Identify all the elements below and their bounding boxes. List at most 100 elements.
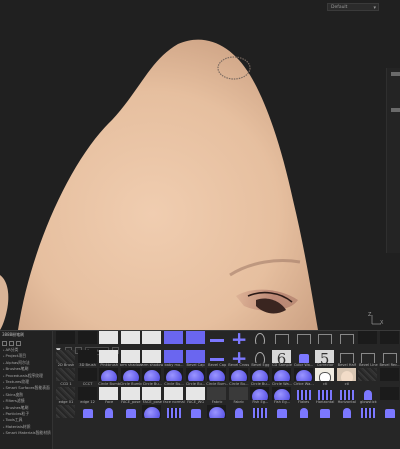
asset-tile[interactable] [77, 405, 99, 423]
asset-thumbnail [77, 368, 97, 381]
asset-tile[interactable]: Pinkbrush [98, 349, 120, 368]
panel-title: 3888粉笔刷 [2, 332, 25, 337]
asset-tile[interactable]: arm shadow [120, 349, 142, 368]
asset-tile[interactable]: Circle Bumb [98, 368, 120, 386]
asset-tile[interactable] [271, 405, 293, 423]
asset-tile[interactable] [314, 405, 336, 423]
asset-tile[interactable] [141, 405, 163, 423]
asset-tile[interactable]: ctl [336, 368, 358, 386]
asset-tile[interactable] [55, 331, 77, 349]
list-view-icon[interactable] [2, 340, 7, 346]
asset-tile[interactable] [357, 331, 379, 349]
asset-tile[interactable] [379, 368, 400, 386]
asset-tile[interactable] [379, 386, 400, 405]
asset-tile[interactable]: Bevel Cap [185, 349, 207, 368]
asset-tile[interactable] [77, 331, 99, 349]
asset-tile[interactable]: Bevel Rec... [379, 350, 400, 368]
asset-tile[interactable]: face normal [163, 386, 185, 405]
asset-tile[interactable]: Flakes [293, 387, 315, 405]
asset-tile[interactable] [120, 331, 142, 349]
asset-tile[interactable]: Bevel Egg [249, 350, 271, 368]
asset-thumbnail [293, 368, 313, 381]
asset-tile[interactable] [357, 405, 379, 423]
asset-thumbnail [358, 405, 377, 418]
right-side-toolbar[interactable] [384, 68, 400, 253]
asset-tile[interactable] [55, 405, 77, 423]
asset-tile[interactable] [98, 405, 120, 423]
asset-tile[interactable] [185, 405, 207, 423]
asset-tile[interactable] [228, 405, 250, 423]
asset-tile[interactable]: CCD 1 [55, 368, 77, 386]
asset-tile[interactable] [314, 331, 336, 349]
asset-tile[interactable]: arm shadow [141, 349, 163, 368]
grid-view-icon[interactable] [9, 340, 14, 346]
asset-tile[interactable] [379, 405, 400, 423]
asset-tile[interactable] [206, 405, 228, 423]
asset-tile[interactable]: edge 01 [55, 386, 77, 405]
asset-tile[interactable]: Circle Bu... [185, 368, 207, 386]
asset-tile[interactable]: Circle Wa... [271, 368, 293, 386]
asset-tile[interactable] [185, 331, 207, 349]
asset-tile[interactable] [357, 368, 379, 386]
toolbar-handle[interactable] [391, 72, 400, 76]
asset-grid-area: ▼ Search... 2D Brush3D BrushPinkbrusharm… [53, 331, 400, 449]
asset-tile[interactable]: Cirlce Wa... [293, 368, 315, 386]
asset-tile[interactable] [249, 405, 271, 423]
asset-tile[interactable]: Circle Bu... [163, 368, 185, 386]
asset-tile[interactable]: 3D Brush [77, 349, 99, 368]
asset-tile[interactable] [163, 331, 185, 349]
asset-tile[interactable] [293, 405, 315, 423]
asset-tile[interactable]: 5 Corrector [314, 349, 336, 368]
asset-tile[interactable]: 6 CD Sample [271, 349, 293, 368]
asset-tile[interactable]: CCCT [77, 368, 99, 386]
asset-tile[interactable]: Color Wa... [293, 350, 315, 368]
asset-tile[interactable] [379, 331, 400, 349]
3d-viewport[interactable]: Default ▾ Z X [0, 0, 400, 330]
asset-tile[interactable] [206, 331, 228, 349]
view-mode-dropdown[interactable]: Default ▾ [327, 3, 379, 11]
asset-tile[interactable]: glowstick [357, 387, 379, 405]
asset-tile[interactable]: Circle Bum... [206, 368, 228, 386]
asset-tile[interactable] [98, 331, 120, 349]
asset-thumbnail [358, 387, 377, 400]
asset-tile[interactable]: Bevel Line [357, 350, 379, 368]
asset-tile[interactable]: Horizontal [336, 387, 358, 405]
asset-tile[interactable]: Fish Eg... [249, 386, 271, 405]
asset-tile[interactable]: Bevel Cross [228, 350, 250, 368]
asset-thumbnail [207, 368, 227, 381]
asset-tile[interactable]: Fabric [228, 386, 250, 405]
asset-tile[interactable]: FACE_pose [120, 386, 142, 405]
settings-icon[interactable] [16, 340, 21, 346]
asset-tile[interactable]: FACE_WG [185, 386, 207, 405]
asset-tile[interactable] [293, 331, 315, 349]
asset-tile[interactable] [336, 331, 358, 349]
sidebar-item[interactable]: Smart Materials智能材质 [0, 430, 52, 436]
asset-tile[interactable]: Bevel Cap [206, 350, 228, 368]
asset-tile[interactable]: Circle Bu... [249, 368, 271, 386]
asset-tile[interactable]: ctl [314, 368, 336, 386]
asset-tile[interactable] [336, 405, 358, 423]
sidebar-item[interactable]: Smart Surfaces智能表面 [0, 385, 52, 391]
asset-tile[interactable]: Circle Bu... [141, 368, 163, 386]
asset-tile[interactable] [249, 331, 271, 349]
asset-tile[interactable]: Bevel Half [336, 350, 358, 368]
toolbar-handle[interactable] [391, 108, 400, 112]
asset-tile[interactable]: Fish Eg... [271, 386, 293, 405]
asset-tile[interactable] [141, 331, 163, 349]
asset-tile[interactable]: Face [98, 386, 120, 405]
asset-tile[interactable] [271, 331, 293, 349]
asset-thumbnail [207, 405, 227, 418]
asset-tile[interactable] [163, 405, 185, 423]
asset-tile[interactable] [228, 331, 250, 349]
sidebar-toolbar [0, 339, 52, 347]
asset-tile[interactable]: baby mo... [163, 349, 185, 368]
asset-tile[interactable]: edge 12 [77, 386, 99, 405]
asset-tile[interactable] [120, 405, 142, 423]
asset-tile[interactable]: FACE_pose [141, 386, 163, 405]
asset-label: FACE_pose [121, 400, 141, 404]
asset-tile[interactable]: Fabric [206, 386, 228, 405]
asset-tile[interactable]: Circle Bumb [120, 368, 142, 386]
asset-tile[interactable]: 2D Brush [55, 349, 77, 368]
asset-tile[interactable]: Horizontal [314, 387, 336, 405]
asset-tile[interactable]: Circle Bu... [228, 368, 250, 386]
